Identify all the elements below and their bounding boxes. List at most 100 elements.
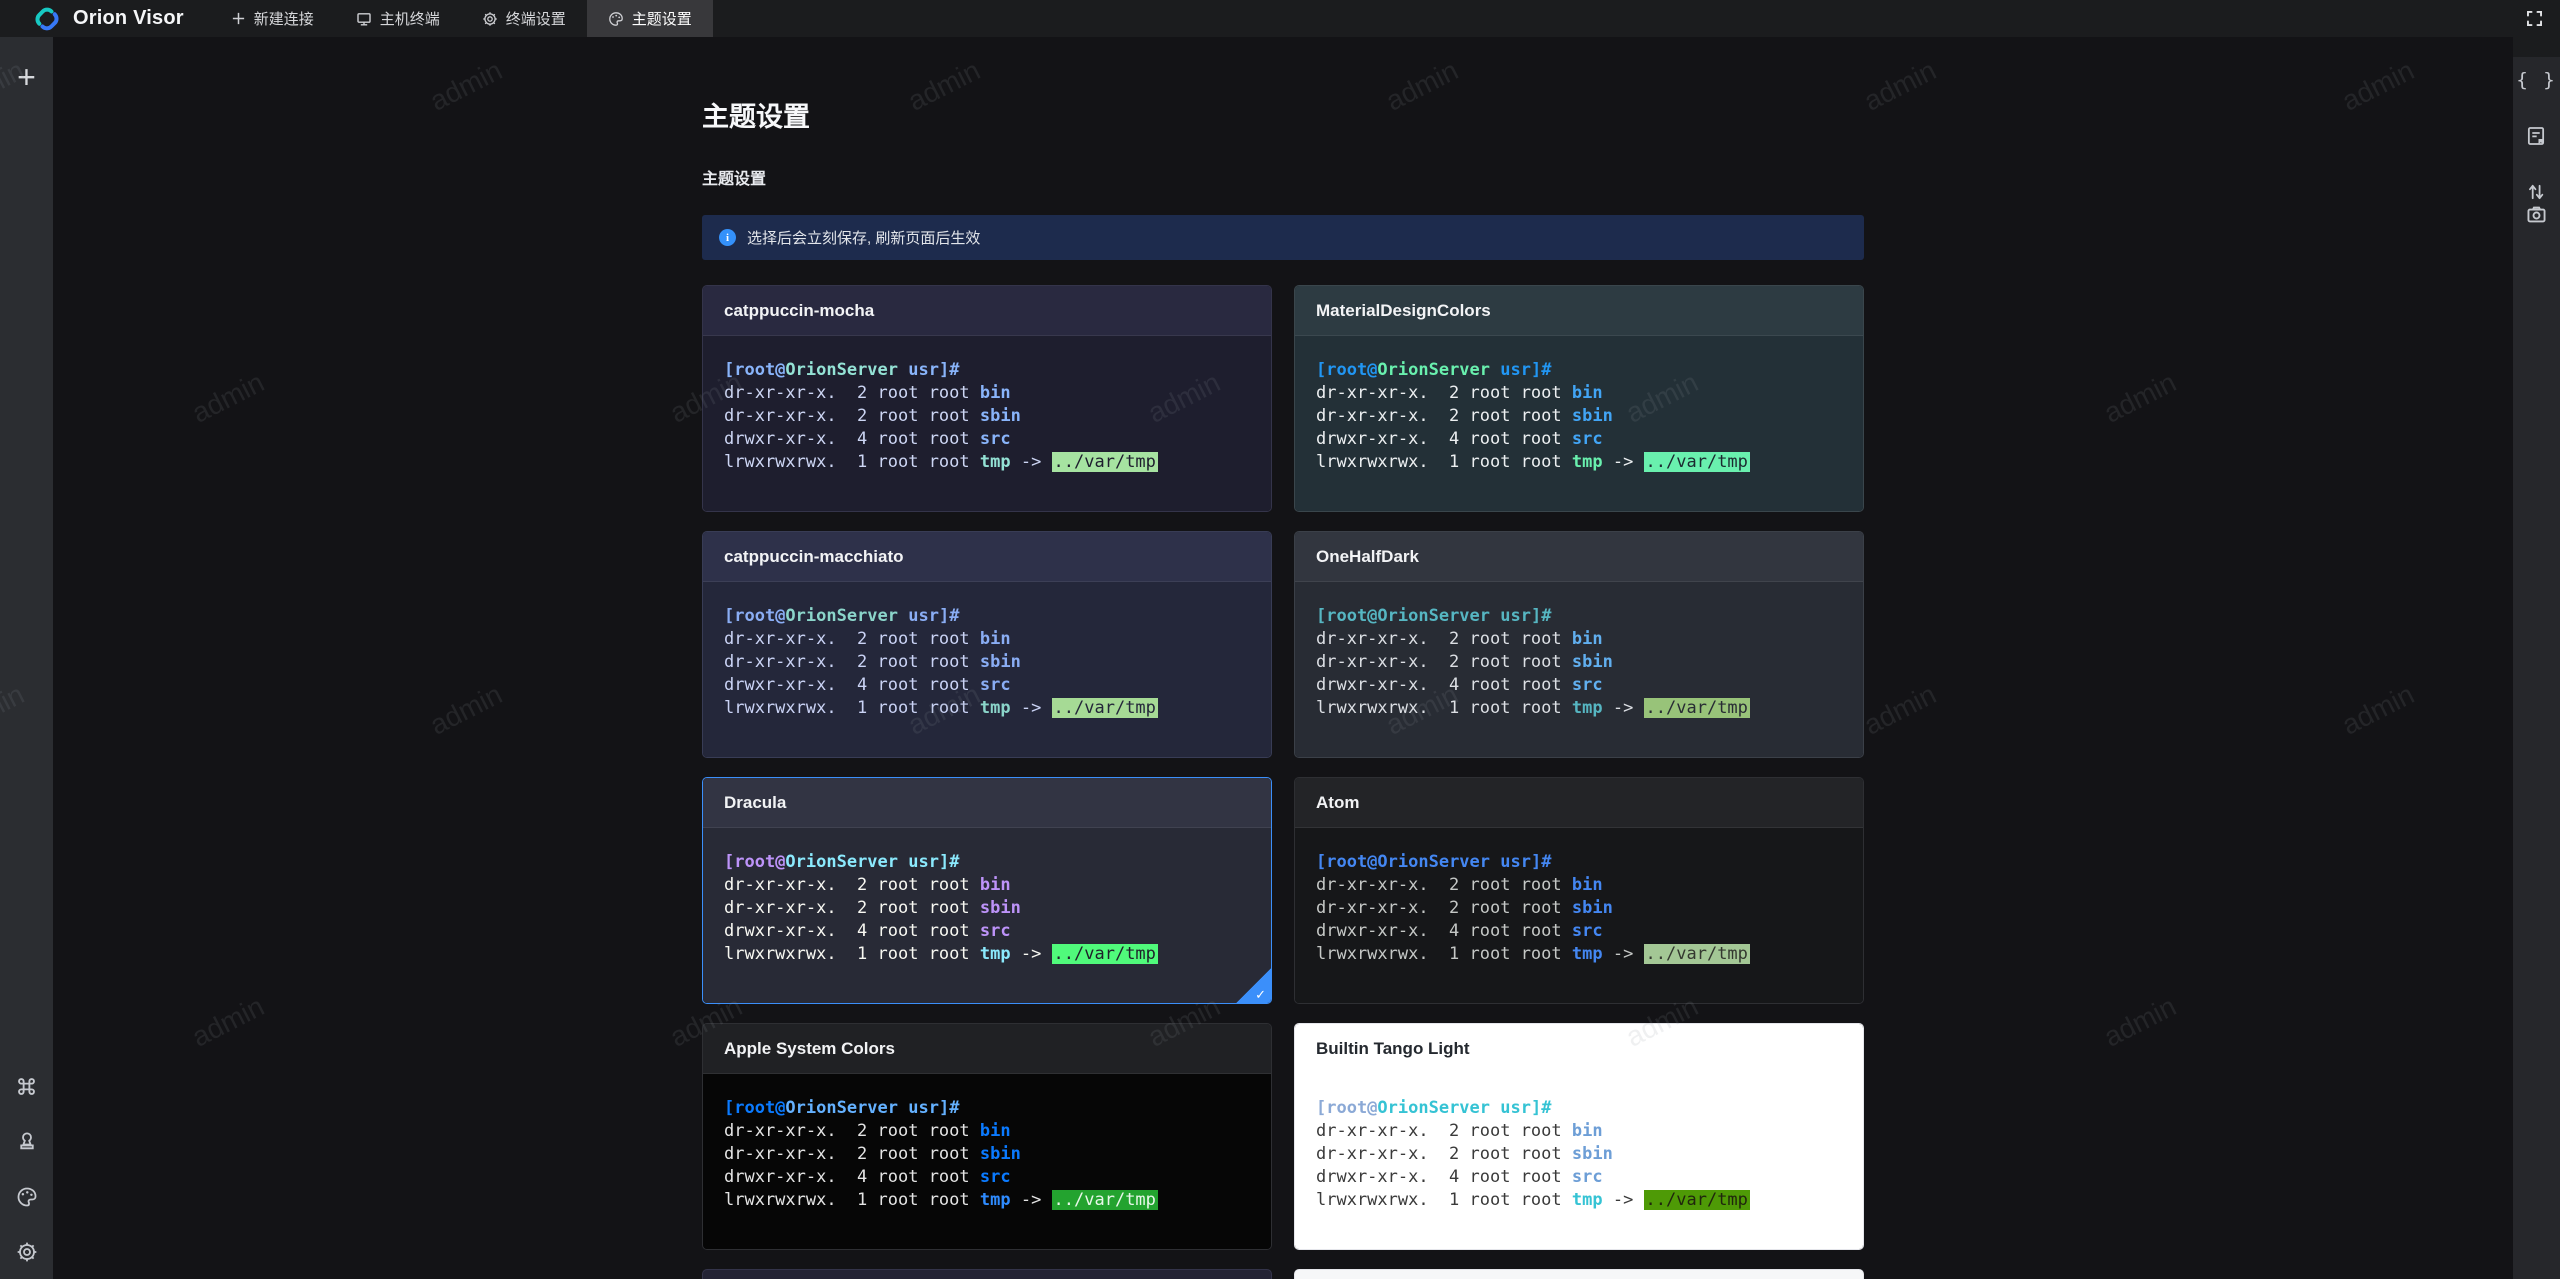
nav-item-label: 主机终端	[379, 11, 440, 28]
theme-card[interactable]: catppuccin-mocha [root@OrionServer usr]#…	[702, 285, 1272, 512]
terminal-line: dr-xr-xr-x. 2 root root bin	[1316, 1121, 1603, 1141]
terminal-prompt: [root@OrionServer usr]#	[1316, 852, 1552, 872]
gear-icon[interactable]	[16, 1241, 38, 1263]
nav-item-label: 终端设置	[505, 11, 566, 28]
camera-icon[interactable]	[2525, 203, 2548, 226]
terminal-line: lrwxrwxrwx. 1 root root tmp -> ../var/tm…	[724, 452, 1158, 472]
terminal-prompt: [root@OrionServer usr]#	[724, 1098, 960, 1118]
theme-name: OneHalfDark	[1316, 546, 1419, 566]
theme-name: catppuccin-mocha	[724, 300, 875, 320]
theme-grid: catppuccin-mocha [root@OrionServer usr]#…	[702, 285, 1864, 1279]
theme-card-partial[interactable]	[1294, 1269, 1864, 1279]
nav-item-terminal-settings[interactable]: 终端设置	[461, 0, 587, 37]
terminal-line: drwxr-xr-x. 4 root root src	[1316, 921, 1603, 941]
terminal-prompt: [root@OrionServer usr]#	[724, 606, 960, 626]
terminal-prompt: [root@OrionServer usr]#	[1316, 1098, 1552, 1118]
terminal-prompt: [root@OrionServer usr]#	[724, 360, 960, 380]
terminal-preview: [root@OrionServer usr]# dr-xr-xr-x. 2 ro…	[1295, 336, 1863, 511]
sort-arrows-icon[interactable]	[2525, 181, 2547, 203]
terminal-line: drwxr-xr-x. 4 root root src	[724, 675, 1011, 695]
theme-card[interactable]: Apple System Colors [root@OrionServer us…	[702, 1023, 1272, 1250]
palette-icon[interactable]	[16, 1186, 38, 1208]
plus-icon[interactable]: +	[17, 61, 36, 93]
terminal-preview: [root@OrionServer usr]# dr-xr-xr-x. 2 ro…	[703, 1074, 1271, 1249]
terminal-line: dr-xr-xr-x. 2 root root sbin	[1316, 406, 1613, 426]
terminal-line: dr-xr-xr-x. 2 root root sbin	[724, 652, 1021, 672]
right-sidebar: { }	[2513, 37, 2560, 1279]
braces-icon[interactable]: { }	[2516, 69, 2556, 91]
terminal-line: dr-xr-xr-x. 2 root root sbin	[724, 898, 1021, 918]
terminal-preview: [root@OrionServer usr]# dr-xr-xr-x. 2 ro…	[1295, 828, 1863, 1003]
stamp-icon[interactable]	[16, 1131, 38, 1153]
terminal-line: drwxr-xr-x. 4 root root src	[1316, 429, 1603, 449]
terminal-line: lrwxrwxrwx. 1 root root tmp -> ../var/tm…	[1316, 698, 1750, 718]
terminal-line: lrwxrwxrwx. 1 root root tmp -> ../var/tm…	[1316, 944, 1750, 964]
theme-name: catppuccin-macchiato	[724, 546, 904, 566]
terminal-line: lrwxrwxrwx. 1 root root tmp -> ../var/tm…	[1316, 452, 1750, 472]
theme-card-header: Apple System Colors	[703, 1024, 1271, 1074]
right-sidebar-top: { }	[2516, 57, 2556, 203]
theme-card-header: Dracula	[703, 778, 1271, 828]
terminal-line: dr-xr-xr-x. 2 root root sbin	[724, 406, 1021, 426]
theme-card[interactable]: Builtin Tango Light [root@OrionServer us…	[1294, 1023, 1864, 1250]
terminal-line: dr-xr-xr-x. 2 root root sbin	[724, 1144, 1021, 1164]
terminal-line: drwxr-xr-x. 4 root root src	[724, 429, 1011, 449]
terminal-line: drwxr-xr-x. 4 root root src	[1316, 1167, 1603, 1187]
terminal-line: lrwxrwxrwx. 1 root root tmp -> ../var/tm…	[724, 698, 1158, 718]
terminal-line: drwxr-xr-x. 4 root root src	[724, 1167, 1011, 1187]
terminal-line: lrwxrwxrwx. 1 root root tmp -> ../var/tm…	[1316, 1190, 1750, 1210]
terminal-line: dr-xr-xr-x. 2 root root bin	[1316, 629, 1603, 649]
theme-card[interactable]: Atom [root@OrionServer usr]# dr-xr-xr-x.…	[1294, 777, 1864, 1004]
theme-card-partial[interactable]	[702, 1269, 1272, 1279]
terminal-line: dr-xr-xr-x. 2 root root bin	[724, 875, 1011, 895]
theme-card-header: MaterialDesignColors	[1295, 286, 1863, 336]
theme-name: Atom	[1316, 792, 1360, 812]
terminal-preview: [root@OrionServer usr]# dr-xr-xr-x. 2 ro…	[703, 582, 1271, 757]
top-navbar: Orion Visor 新建连接 主机终端 终端设置 主题设置	[0, 0, 2560, 37]
app-brand: Orion Visor	[0, 0, 184, 37]
terminal-line: dr-xr-xr-x. 2 root root sbin	[1316, 898, 1613, 918]
form-doc-icon[interactable]	[2525, 125, 2547, 147]
theme-card[interactable]: catppuccin-macchiato [root@OrionServer u…	[702, 531, 1272, 758]
theme-card-header: catppuccin-macchiato	[703, 532, 1271, 582]
nav-item-label: 新建连接	[253, 11, 314, 28]
terminal-line: dr-xr-xr-x. 2 root root bin	[724, 1121, 1011, 1141]
theme-card[interactable]: OneHalfDark [root@OrionServer usr]# dr-x…	[1294, 531, 1864, 758]
theme-card-header: catppuccin-mocha	[703, 286, 1271, 336]
main-content: 主题设置 主题设置 i 选择后会立刻保存, 刷新页面后生效 catppuccin…	[53, 37, 2513, 1279]
terminal-prompt: [root@OrionServer usr]#	[1316, 606, 1552, 626]
command-icon[interactable]	[15, 1075, 38, 1098]
palette-icon	[608, 11, 624, 27]
app-title: Orion Visor	[73, 7, 184, 29]
alert-text: 选择后会立刻保存, 刷新页面后生效	[747, 230, 981, 247]
terminal-line: dr-xr-xr-x. 2 root root sbin	[1316, 1144, 1613, 1164]
nav-item-new-connection[interactable]: 新建连接	[210, 0, 335, 37]
selected-corner: ✓	[1235, 968, 1271, 1003]
terminal-line: lrwxrwxrwx. 1 root root tmp -> ../var/tm…	[724, 944, 1158, 964]
theme-name: MaterialDesignColors	[1316, 300, 1491, 320]
theme-card[interactable]: Dracula [root@OrionServer usr]# dr-xr-xr…	[702, 777, 1272, 1004]
left-sidebar-bottom	[15, 1075, 38, 1263]
theme-name: Builtin Tango Light	[1316, 1038, 1470, 1058]
info-icon: i	[719, 229, 736, 246]
nav-item-label: 主题设置	[631, 11, 692, 28]
theme-card[interactable]: MaterialDesignColors [root@OrionServer u…	[1294, 285, 1864, 512]
nav-item-theme-settings[interactable]: 主题设置	[586, 0, 713, 37]
fullscreen-icon[interactable]	[2525, 9, 2544, 28]
info-alert: i 选择后会立刻保存, 刷新页面后生效	[702, 215, 1864, 260]
terminal-line: dr-xr-xr-x. 2 root root bin	[724, 629, 1011, 649]
terminal-line: dr-xr-xr-x. 2 root root bin	[724, 383, 1011, 403]
terminal-line: drwxr-xr-x. 4 root root src	[1316, 675, 1603, 695]
nav-item-host-terminal[interactable]: 主机终端	[335, 0, 461, 37]
theme-name: Apple System Colors	[724, 1038, 895, 1058]
terminal-prompt: [root@OrionServer usr]#	[1316, 360, 1552, 380]
gear-icon	[482, 11, 498, 27]
terminal-line: dr-xr-xr-x. 2 root root bin	[1316, 875, 1603, 895]
left-sidebar: +	[0, 37, 53, 1279]
app-logo-icon	[35, 7, 59, 30]
terminal-line: dr-xr-xr-x. 2 root root sbin	[1316, 652, 1613, 672]
terminal-line: lrwxrwxrwx. 1 root root tmp -> ../var/tm…	[724, 1190, 1158, 1210]
terminal-prompt: [root@OrionServer usr]#	[724, 852, 960, 872]
terminal-preview: [root@OrionServer usr]# dr-xr-xr-x. 2 ro…	[1295, 1074, 1863, 1249]
theme-card-header: Atom	[1295, 778, 1863, 828]
